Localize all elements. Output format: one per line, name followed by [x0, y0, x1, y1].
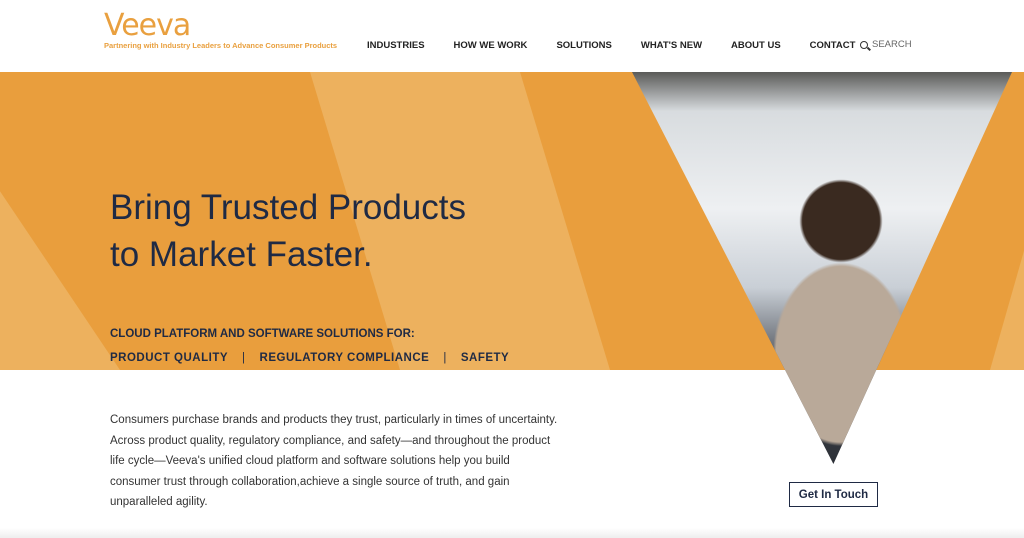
decorative-stripe: [990, 250, 1024, 370]
get-in-touch-button[interactable]: Get In Touch: [789, 482, 878, 507]
decorative-stripe: [0, 191, 120, 370]
nav-industries[interactable]: INDUSTRIES: [367, 40, 425, 51]
category-product-quality[interactable]: PRODUCT QUALITY: [110, 352, 228, 364]
nav-contact[interactable]: CONTACT: [810, 40, 856, 51]
nav-whats-new[interactable]: WHAT'S NEW: [641, 40, 702, 51]
category-safety[interactable]: SAFETY: [461, 352, 509, 364]
tagline: Partnering with Industry Leaders to Adva…: [104, 41, 338, 50]
search-icon: [860, 40, 868, 49]
nav-solutions[interactable]: SOLUTIONS: [556, 40, 611, 51]
hero-subtitle: CLOUD PLATFORM AND SOFTWARE SOLUTIONS FO…: [110, 328, 415, 340]
intro-paragraph: Consumers purchase brands and products t…: [110, 414, 558, 509]
main-nav: INDUSTRIES HOW WE WORK SOLUTIONS WHAT'S …: [367, 40, 884, 51]
search-button[interactable]: SEARCH: [860, 39, 912, 50]
separator: |: [443, 352, 447, 364]
separator: |: [242, 352, 246, 364]
nav-about-us[interactable]: ABOUT US: [731, 40, 781, 51]
nav-how-we-work[interactable]: HOW WE WORK: [454, 40, 528, 51]
logo-text: Veeva: [104, 8, 191, 43]
category-regulatory-compliance[interactable]: REGULATORY COMPLIANCE: [260, 352, 430, 364]
solution-categories: PRODUCT QUALITY | REGULATORY COMPLIANCE | …: [110, 352, 509, 364]
hero-title: Bring Trusted Products to Market Faster.: [110, 188, 466, 274]
site-header: Veeva Partnering with Industry Leaders t…: [0, 0, 1024, 72]
veeva-logo[interactable]: Veeva: [104, 8, 191, 43]
page-fade: [0, 528, 1024, 538]
search-label: SEARCH: [872, 39, 912, 50]
